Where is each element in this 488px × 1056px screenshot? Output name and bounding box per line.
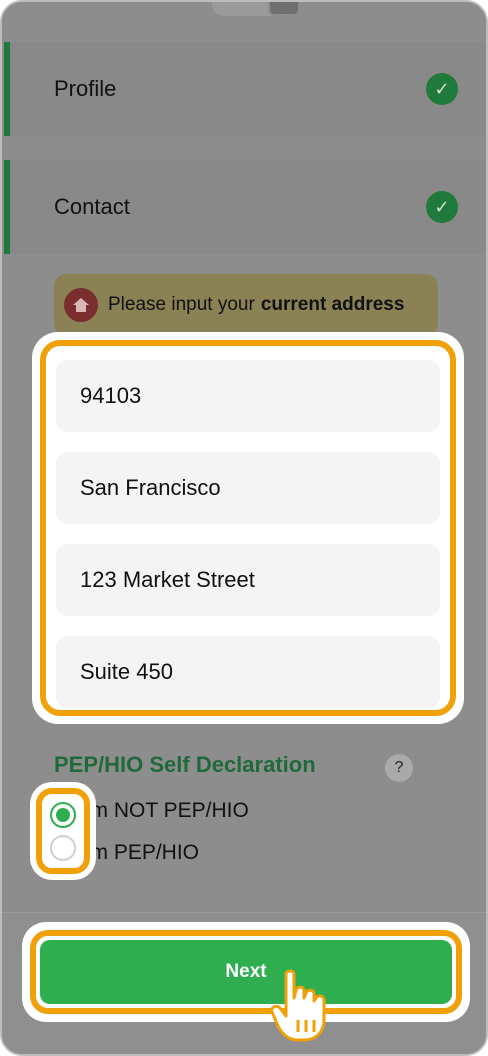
- app-frame: Profile ✓ Contact ✓ Please input your cu…: [0, 0, 488, 1056]
- section-profile-label: Profile: [54, 76, 117, 101]
- city-field[interactable]: San Francisco: [56, 452, 440, 524]
- radio-not-pep[interactable]: [50, 801, 76, 828]
- check-circle-icon: ✓: [426, 191, 458, 223]
- radio-label-not-pep[interactable]: I’m NOT PEP/HIO: [80, 799, 249, 823]
- home-icon: [64, 288, 98, 322]
- unit-field[interactable]: Suite 450: [56, 636, 440, 708]
- radio-highlight: [30, 782, 96, 880]
- next-button-highlight: Next: [22, 922, 470, 1022]
- pep-title: PEP/HIO Self Declaration: [54, 752, 316, 777]
- section-contact[interactable]: Contact ✓: [4, 160, 486, 254]
- next-button[interactable]: Next: [40, 940, 452, 1004]
- section-contact-label: Contact: [54, 194, 130, 219]
- next-button-frame: Next: [30, 930, 462, 1014]
- check-circle-icon: ✓: [426, 73, 458, 105]
- notice-emphasis: current address: [260, 294, 405, 315]
- radio-pep[interactable]: [50, 834, 76, 861]
- address-fields-highlight: 94103 San Francisco 123 Market Street Su…: [32, 332, 464, 724]
- address-notice: Please input your current address: [54, 274, 438, 336]
- postal-code-field[interactable]: 94103: [56, 360, 440, 432]
- street-field[interactable]: 123 Market Street: [56, 544, 440, 616]
- radio-group: [36, 788, 90, 874]
- section-profile[interactable]: Profile ✓: [4, 42, 486, 136]
- address-fields-group: 94103 San Francisco 123 Market Street Su…: [40, 340, 456, 716]
- lock-icon: [268, 2, 300, 16]
- help-icon[interactable]: ?: [385, 754, 413, 782]
- hand-cursor-icon: [270, 969, 326, 1042]
- radio-label-pep[interactable]: I’m PEP/HIO: [80, 841, 199, 865]
- notice-text: Please input your: [108, 294, 255, 315]
